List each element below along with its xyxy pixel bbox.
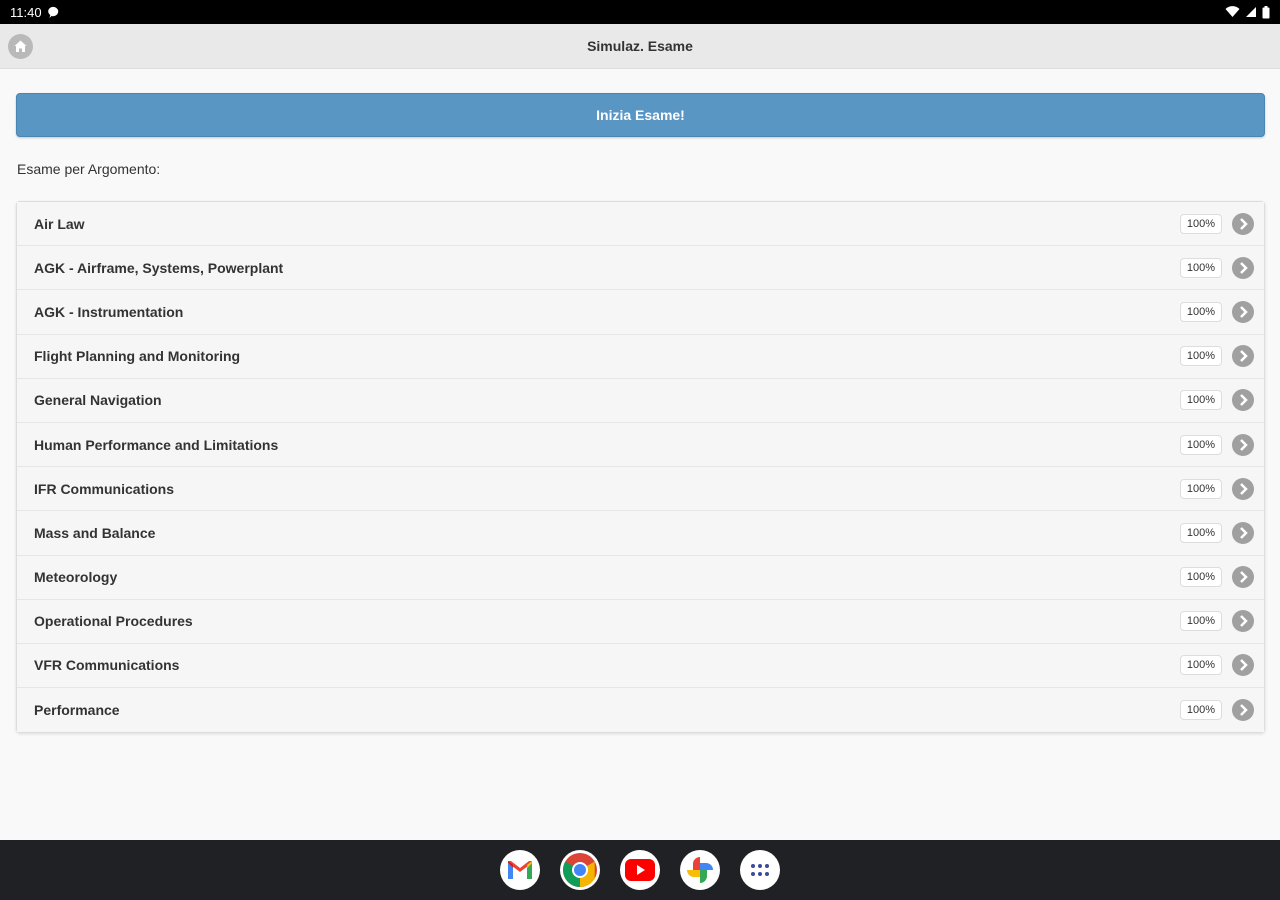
youtube-icon[interactable] (620, 850, 660, 890)
topic-item-meteorology[interactable]: Meteorology 100% (17, 555, 1264, 600)
topic-count-badge: 100% (1179, 478, 1222, 499)
chevron-right-icon (1232, 300, 1254, 323)
clock: 11:40 (10, 4, 42, 20)
chevron-right-icon (1232, 477, 1254, 500)
topic-count-badge: 100% (1179, 390, 1222, 411)
home-button[interactable] (8, 34, 33, 59)
topic-count-badge: 100% (1179, 346, 1222, 367)
topic-count-badge: 100% (1179, 213, 1222, 234)
topic-count-badge: 100% (1179, 567, 1222, 588)
chevron-right-icon (1232, 433, 1254, 456)
battery-icon (1262, 5, 1270, 18)
topic-count-badge: 100% (1179, 611, 1222, 632)
chevron-right-icon (1232, 212, 1254, 235)
section-label: Esame per Argomento: (17, 161, 161, 177)
topic-count-badge: 100% (1179, 655, 1222, 676)
signal-icon (1246, 7, 1256, 17)
topic-label: VFR Communications (34, 657, 180, 674)
topic-item-general-navigation[interactable]: General Navigation 100% (17, 378, 1264, 423)
topic-count-badge: 100% (1179, 434, 1222, 455)
taskbar (0, 840, 1280, 900)
topic-count-badge: 100% (1179, 257, 1222, 278)
topic-label: Air Law (34, 215, 85, 232)
chevron-right-icon (1232, 699, 1254, 722)
page-title: Simulaz. Esame (587, 38, 693, 54)
photos-icon[interactable] (680, 850, 720, 890)
chevron-right-icon (1232, 521, 1254, 544)
topic-label: AGK - Instrumentation (34, 303, 184, 320)
topic-item-air-law[interactable]: Air Law 100% (17, 202, 1264, 247)
chevron-right-icon (1232, 610, 1254, 633)
start-exam-button[interactable]: Inizia Esame! (16, 93, 1265, 137)
topic-item-agk-airframe[interactable]: AGK - Airframe, Systems, Powerplant 100% (17, 246, 1264, 291)
chevron-right-icon (1232, 654, 1254, 677)
topic-item-operational-procedures[interactable]: Operational Procedures 100% (17, 599, 1264, 644)
topic-item-flight-planning[interactable]: Flight Planning and Monitoring 100% (17, 334, 1264, 379)
topic-item-vfr-communications[interactable]: VFR Communications 100% (17, 643, 1264, 689)
topic-label: AGK - Airframe, Systems, Powerplant (34, 259, 284, 276)
wifi-icon (1225, 6, 1240, 17)
topic-item-performance[interactable]: Performance 100% (17, 688, 1264, 733)
chevron-right-icon (1232, 345, 1254, 368)
topic-label: Mass and Balance (34, 524, 156, 541)
topic-count-badge: 100% (1179, 700, 1222, 721)
topic-count-badge: 100% (1179, 301, 1222, 322)
chevron-right-icon (1232, 389, 1254, 412)
topic-label: Performance (34, 702, 120, 719)
chat-notification-icon (47, 6, 58, 18)
topic-label: General Navigation (34, 392, 162, 409)
topic-item-human-performance[interactable]: Human Performance and Limitations 100% (17, 422, 1264, 468)
header-bar: Simulaz. Esame (0, 24, 1280, 69)
topic-count-badge: 100% (1179, 522, 1222, 543)
topic-label: Flight Planning and Monitoring (34, 348, 241, 365)
chevron-right-icon (1232, 566, 1254, 589)
chevron-right-icon (1232, 256, 1254, 279)
topic-item-mass-and-balance[interactable]: Mass and Balance 100% (17, 511, 1264, 556)
topic-label: Operational Procedures (34, 613, 193, 630)
topic-item-agk-instrumentation[interactable]: AGK - Instrumentation 100% (17, 290, 1264, 335)
topic-item-ifr-communications[interactable]: IFR Communications 100% (17, 467, 1264, 512)
topic-label: IFR Communications (34, 480, 175, 497)
home-icon (14, 40, 27, 52)
gmail-icon[interactable] (500, 850, 540, 890)
status-bar: 11:40 (0, 0, 1280, 24)
topic-label: Meteorology (34, 569, 118, 586)
app-drawer-icon[interactable] (740, 850, 780, 890)
topic-list: Air Law 100% AGK - Airframe, Systems, Po… (16, 201, 1265, 734)
chrome-icon[interactable] (560, 850, 600, 890)
topic-label: Human Performance and Limitations (34, 436, 279, 453)
